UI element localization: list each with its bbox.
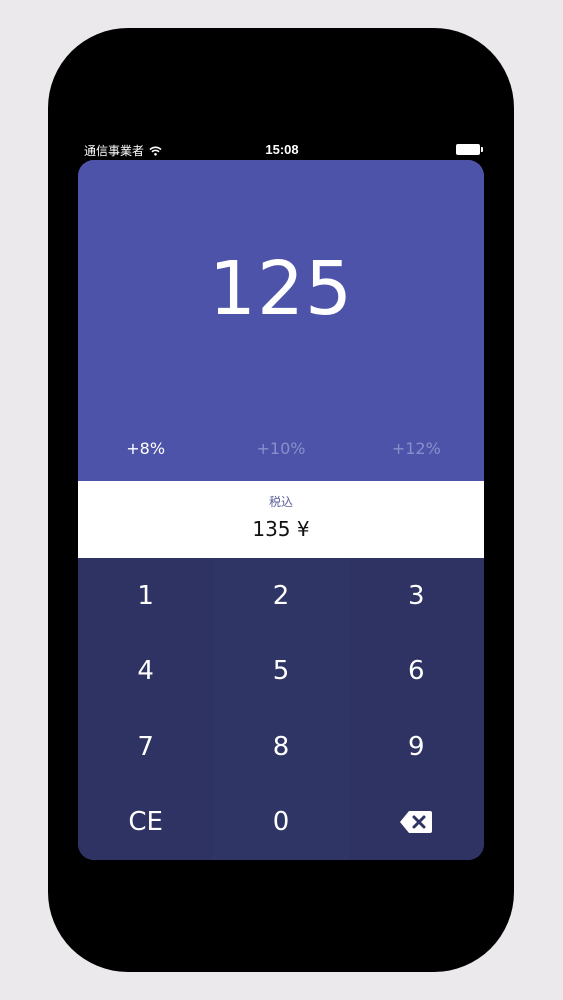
key-9[interactable]: 9 <box>349 709 484 785</box>
key-0[interactable]: 0 <box>213 784 349 860</box>
key-2[interactable]: 2 <box>213 558 349 634</box>
number-keypad: 1 2 3 4 5 6 7 8 9 CE 0 <box>78 558 484 860</box>
backspace-icon <box>399 810 433 834</box>
backspace-button[interactable] <box>349 785 484 861</box>
tax-rate-selector: +8% +10% +12% <box>78 434 484 464</box>
tax-included-label: 税込 <box>268 495 293 509</box>
status-time: 15:08 <box>265 142 299 157</box>
tax-rate-12[interactable]: +12% <box>349 434 484 464</box>
key-6[interactable]: 6 <box>349 634 484 710</box>
tax-result-panel: 税込 135 ¥ <box>78 481 484 558</box>
key-3[interactable]: 3 <box>349 558 484 634</box>
calculator-card: 125 +8% +10% +12% 税込 135 ¥ 1 2 3 4 5 6 7… <box>78 160 484 860</box>
status-bar: 通信事業者 15:08 <box>84 140 483 160</box>
key-4[interactable]: 4 <box>78 634 213 710</box>
amount-display: 125 +8% +10% +12% <box>78 160 484 481</box>
key-1[interactable]: 1 <box>78 558 213 634</box>
tax-rate-10[interactable]: +10% <box>213 434 348 464</box>
clear-entry-button[interactable]: CE <box>78 785 213 861</box>
tax-rate-8[interactable]: +8% <box>78 434 213 464</box>
battery-icon <box>456 144 483 155</box>
key-8[interactable]: 8 <box>213 709 349 785</box>
key-7[interactable]: 7 <box>78 709 213 785</box>
tax-included-value: 135 ¥ <box>252 517 310 541</box>
key-5[interactable]: 5 <box>213 633 349 709</box>
amount-value: 125 <box>208 246 354 332</box>
